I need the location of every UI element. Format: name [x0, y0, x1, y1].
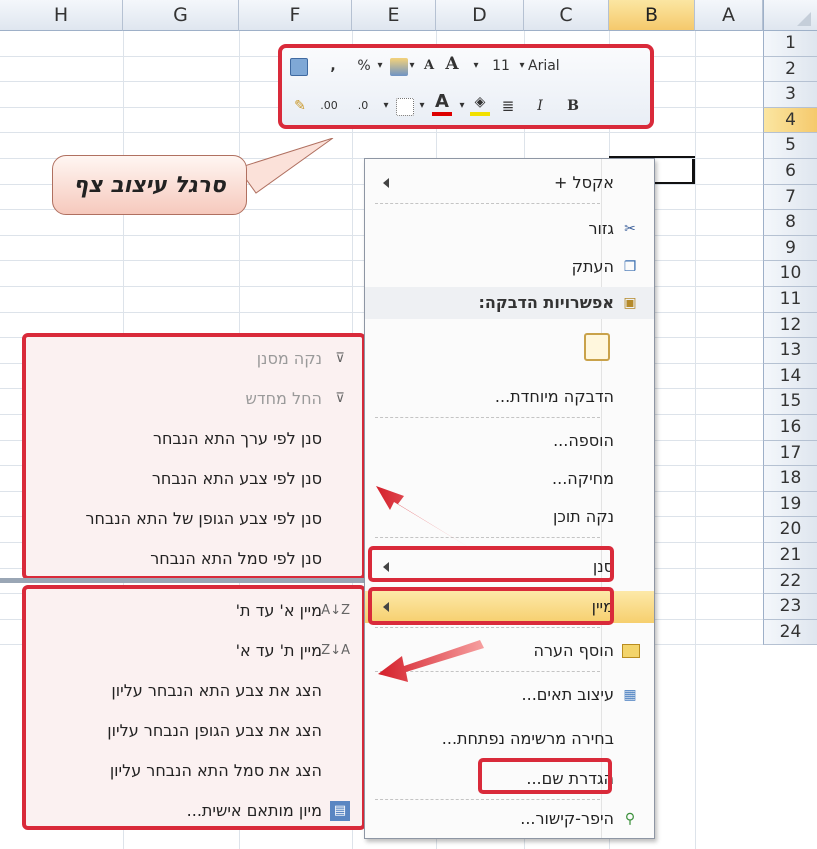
arrow-to-filter-submenu: [376, 486, 470, 548]
pointer-arrows: [376, 486, 484, 682]
arrow-to-sort-submenu: [378, 640, 484, 682]
